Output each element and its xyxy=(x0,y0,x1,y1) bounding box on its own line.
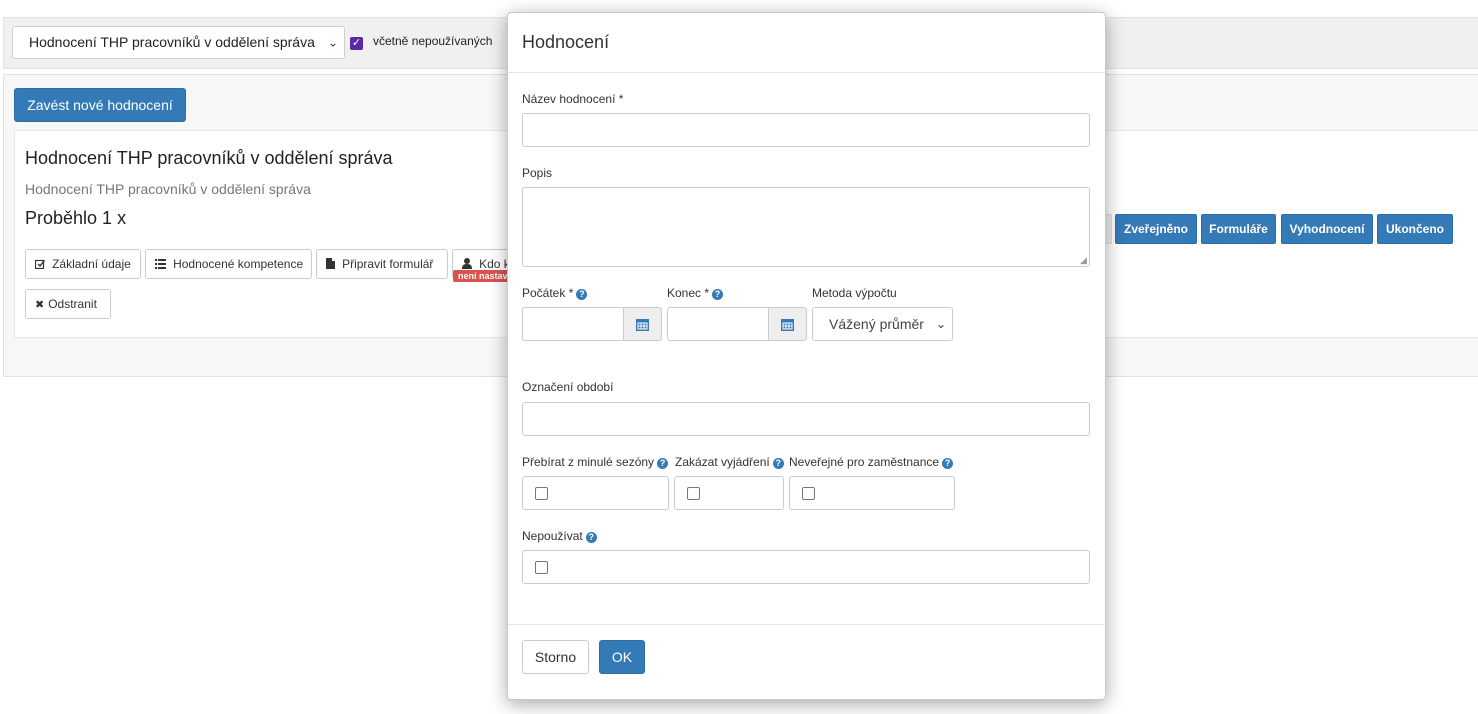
basic-info-label: Základní údaje xyxy=(52,257,131,271)
status-finished-button[interactable]: Ukončeno xyxy=(1377,214,1453,244)
calendar-icon xyxy=(781,318,794,331)
help-icon[interactable]: ? xyxy=(712,289,724,300)
end-label-text: Konec * xyxy=(667,286,710,300)
remove-icon: ✖ xyxy=(35,299,45,311)
who-label: Kdo k xyxy=(479,257,510,271)
evaluation-select[interactable]: Hodnocení THP pracovníků v oddělení sprá… xyxy=(12,26,345,59)
cancel-button[interactable]: Storno xyxy=(522,640,589,674)
unused-label-text: Nepoužívat xyxy=(522,529,583,543)
include-unused-label: včetně nepoužívaných xyxy=(373,34,493,48)
evaluation-select-value: Hodnocení THP pracovníků v oddělení sprá… xyxy=(29,34,315,50)
remove-label: Odstranit xyxy=(48,297,97,311)
unused-field xyxy=(522,550,1090,584)
remove-button[interactable]: ✖ Odstranit xyxy=(25,289,111,319)
prepare-form-label: Připravit formulář xyxy=(342,257,434,271)
list-icon xyxy=(155,259,169,271)
carry-over-label-text: Přebírat z minulé sezóny xyxy=(522,455,655,469)
forbid-comment-label-text: Zakázat vyjádření xyxy=(675,455,770,469)
end-calendar-button[interactable] xyxy=(768,307,807,341)
status-forms-button[interactable]: Formuláře xyxy=(1201,214,1276,244)
competences-button[interactable]: Hodnocené kompetence xyxy=(145,249,312,279)
evaluation-title: Hodnocení THP pracovníků v oddělení sprá… xyxy=(25,148,393,168)
file-icon xyxy=(326,258,338,271)
modal-title: Hodnocení xyxy=(522,32,610,52)
new-evaluation-button[interactable]: Zavést nové hodnocení xyxy=(14,88,186,122)
start-calendar-button[interactable] xyxy=(623,307,662,341)
help-icon[interactable]: ? xyxy=(772,458,784,469)
evaluation-count: Proběhlo 1 x xyxy=(25,208,127,228)
competences-label: Hodnocené kompetence xyxy=(173,257,304,271)
help-icon[interactable]: ? xyxy=(576,289,588,300)
carry-over-checkbox[interactable] xyxy=(535,487,548,500)
forbid-comment-checkbox[interactable] xyxy=(687,487,700,500)
name-label: Název hodnocení * xyxy=(522,92,624,106)
start-date-input[interactable] xyxy=(522,307,624,341)
resize-handle-icon[interactable]: ◢ xyxy=(1080,256,1087,265)
non-public-checkbox[interactable] xyxy=(802,487,815,500)
chevron-down-icon: ⌄ xyxy=(935,317,946,331)
name-input[interactable] xyxy=(522,113,1090,147)
method-select-value: Vážený průměr xyxy=(829,316,924,332)
unused-label: Nepoužívat? xyxy=(522,529,597,543)
period-label: Označení období xyxy=(522,380,614,394)
status-published-button[interactable]: Zveřejněno xyxy=(1115,214,1197,244)
period-input[interactable] xyxy=(522,402,1090,436)
unused-checkbox[interactable] xyxy=(535,561,548,574)
include-unused-checkbox[interactable]: ✓ xyxy=(350,37,363,50)
method-label: Metoda výpočtu xyxy=(812,286,897,300)
start-label: Počátek *? xyxy=(522,286,588,300)
modal-header-divider xyxy=(508,72,1105,73)
carry-over-label: Přebírat z minulé sezóny? xyxy=(522,455,669,469)
status-evaluation-button[interactable]: Vyhodnocení xyxy=(1281,214,1373,244)
help-icon[interactable]: ? xyxy=(585,532,597,543)
forbid-comment-label: Zakázat vyjádření? xyxy=(675,455,784,469)
edit-icon xyxy=(34,259,48,271)
non-public-label: Neveřejné pro zaměstnance? xyxy=(789,455,954,469)
method-select[interactable]: Vážený průměr ⌄ xyxy=(812,307,953,341)
modal-footer-divider xyxy=(508,624,1105,625)
help-icon[interactable]: ? xyxy=(657,458,669,469)
evaluation-subtitle: Hodnocení THP pracovníků v oddělení sprá… xyxy=(25,181,311,197)
non-public-label-text: Neveřejné pro zaměstnance xyxy=(789,455,940,469)
chevron-down-icon: ⌄ xyxy=(327,35,338,49)
not-set-badge: není nastav xyxy=(453,270,509,282)
help-icon[interactable]: ? xyxy=(942,458,954,469)
end-label: Konec *? xyxy=(667,286,724,300)
description-label: Popis xyxy=(522,166,553,180)
end-date-input[interactable] xyxy=(667,307,769,341)
ok-button[interactable]: OK xyxy=(599,640,645,674)
description-textarea[interactable] xyxy=(522,187,1090,267)
calendar-icon xyxy=(636,318,649,331)
basic-info-button[interactable]: Základní údaje xyxy=(25,249,141,279)
start-label-text: Počátek * xyxy=(522,286,574,300)
prepare-form-button[interactable]: Připravit formulář xyxy=(316,249,448,279)
